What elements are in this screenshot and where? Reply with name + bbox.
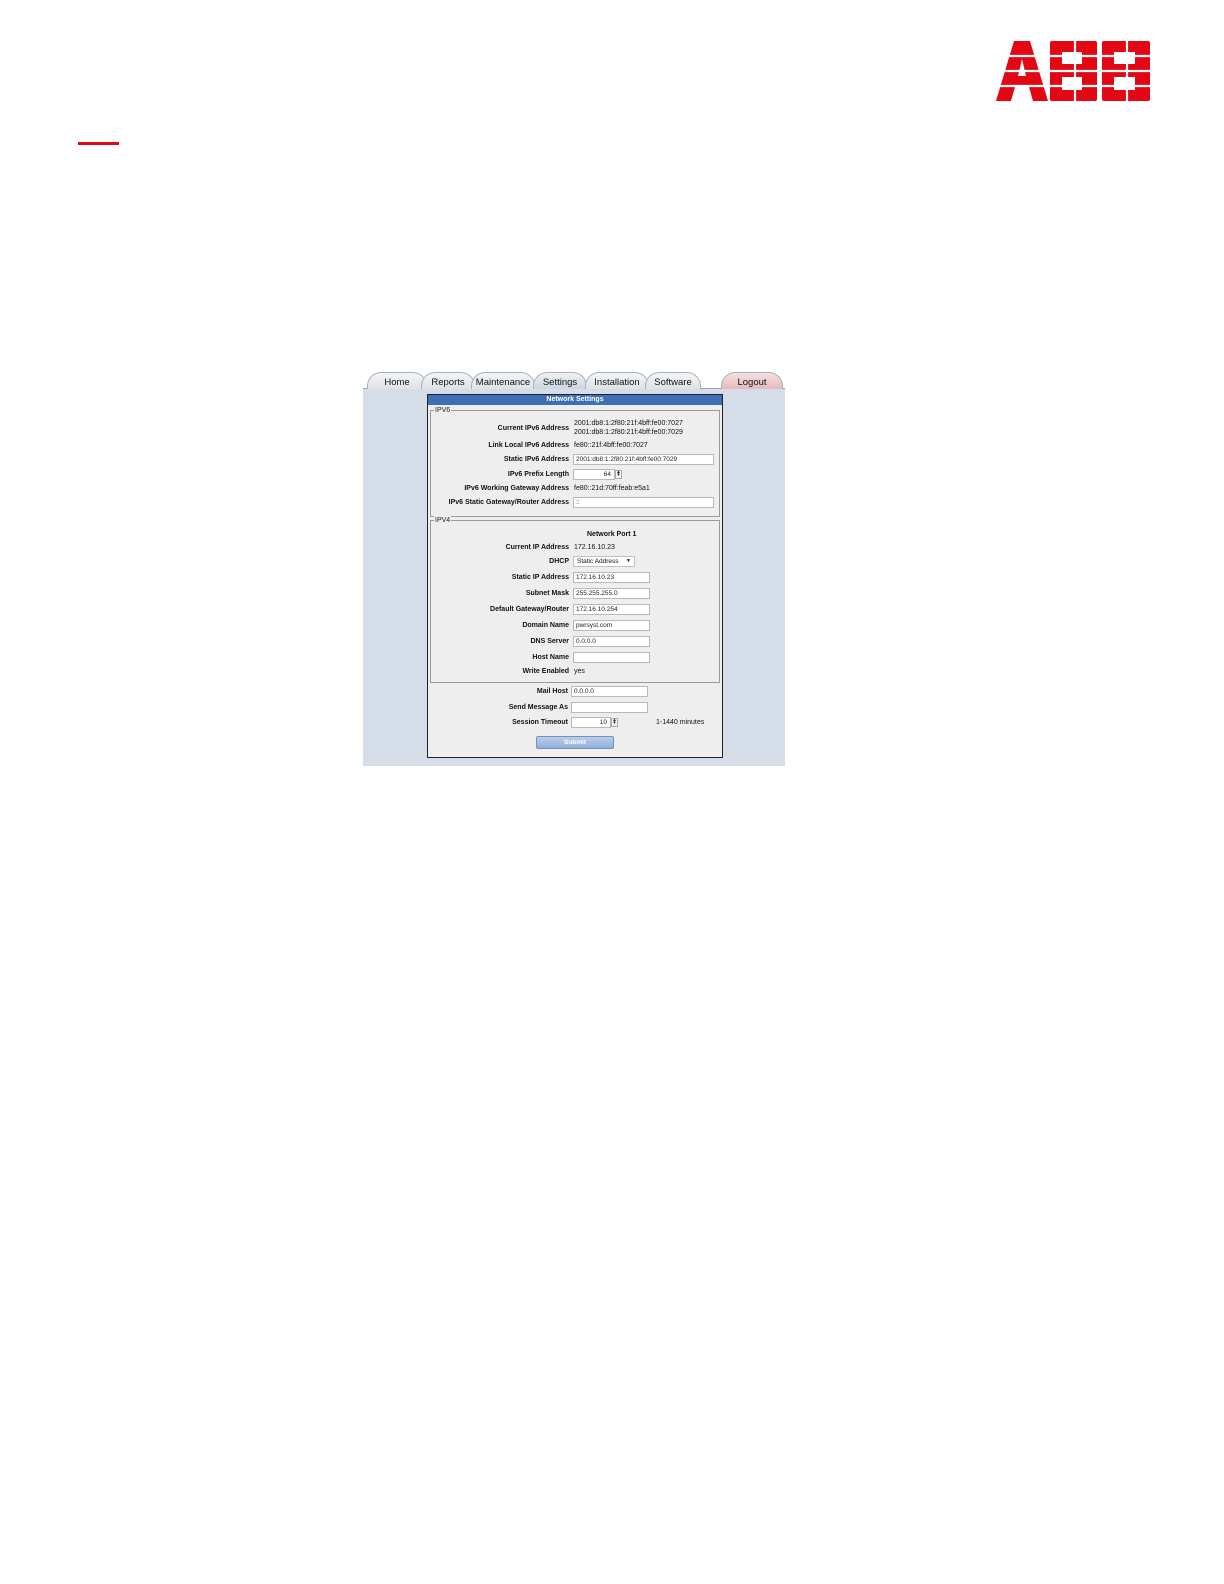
default-gateway-label: Default Gateway/Router [490,606,569,613]
current-ip-value: 172.16.10.23 [574,544,615,551]
network-settings-form: Network Settings IPV6 Current IPv6 Addre… [427,394,723,758]
send-message-as-input[interactable] [571,702,648,713]
dhcp-select-value: Static Address [577,558,619,565]
subnet-mask-input[interactable]: 255.255.255.0 [573,588,650,599]
default-gateway-input[interactable]: 172.16.10.254 [573,604,650,615]
ipv6-prefix-label: IPv6 Prefix Length [507,471,569,478]
mail-host-input[interactable]: 0.0.0.0 [571,686,648,697]
ipv6-working-gateway-value: fe80::21d:70ff:feab:e5a1 [574,485,650,492]
static-ip-label: Static IP Address [511,574,569,581]
mail-host-label: Mail Host [536,688,568,695]
link-local-ipv6-label: Link Local IPv6 Address [488,442,569,449]
ipv6-prefix-input[interactable]: 64 [573,469,615,480]
send-message-as-label: Send Message As [508,704,568,711]
timeout-spinner-icon[interactable]: ▴ ▾ [611,718,618,727]
host-name-input[interactable] [573,652,650,663]
static-ipv6-input[interactable]: 2001:db8:1:2f80:21f:4bff:fe00:7029 [573,454,714,465]
dhcp-select[interactable]: Static Address ▼ [573,556,635,567]
static-ipv6-label: Static IPv6 Address [503,456,569,463]
accent-bar [78,142,119,145]
tab-bar: Home Reports Maintenance Settings Instal… [363,370,785,389]
ipv6-static-gateway-label: IPv6 Static Gateway/Router Address [448,499,569,506]
dhcp-label: DHCP [549,558,569,565]
submit-button[interactable]: Submit [536,736,614,749]
session-timeout-label: Session Timeout [512,719,568,726]
abb-logo [996,41,1154,101]
tab-software[interactable]: Software [645,372,701,389]
host-name-label: Host Name [532,654,569,661]
ipv6-working-gateway-label: IPv6 Working Gateway Address [464,485,569,492]
network-port-heading: Network Port 1 [587,531,637,538]
subnet-mask-label: Subnet Mask [525,590,569,597]
static-ip-input[interactable]: 172.16.10.23 [573,572,650,583]
tab-maintenance[interactable]: Maintenance [471,372,535,389]
web-ui-screenshot: Home Reports Maintenance Settings Instal… [363,370,785,766]
current-ip-label: Current IP Address [505,544,569,551]
link-local-ipv6-value: fe80::21f:4bff:fe00:7027 [574,442,648,449]
ipv6-static-gateway-input[interactable]: :: [573,497,714,508]
domain-name-label: Domain Name [522,622,569,629]
ipv4-group: IPV4 Network Port 1 Current IP Address 1… [430,516,720,683]
domain-name-input[interactable]: pwrsyst.com [573,620,650,631]
form-title: Network Settings [428,395,722,405]
ipv6-legend: IPV6 [434,406,452,415]
tab-home[interactable]: Home [367,372,427,389]
tab-settings[interactable]: Settings [533,372,587,389]
tab-installation[interactable]: Installation [585,372,649,389]
prefix-spinner-icon[interactable]: ▴ ▾ [615,470,622,479]
ipv6-group: IPV6 Current IPv6 Address 2001:db8:1:2f8… [430,406,720,517]
session-timeout-hint: 1-1440 minutes [656,719,705,726]
dns-server-label: DNS Server [530,638,569,645]
current-ipv6-label: Current IPv6 Address [497,425,569,432]
ipv4-legend: IPV4 [434,516,452,525]
dns-server-input[interactable]: 0.0.0.0 [573,636,650,647]
chevron-down-icon: ▼ [626,558,631,564]
tab-logout[interactable]: Logout [721,372,783,389]
write-enabled-label: Write Enabled [522,668,569,675]
tab-reports[interactable]: Reports [421,372,475,389]
current-ipv6-value-1: 2001:db8:1:2f80:21f:4bff:fe00:7027 [574,420,683,427]
current-ipv6-value-2: 2001:db8:1:2f80:21f:4bff:fe00:7029 [574,429,683,436]
write-enabled-value: yes [574,668,585,675]
session-timeout-input[interactable]: 10 [571,717,611,728]
